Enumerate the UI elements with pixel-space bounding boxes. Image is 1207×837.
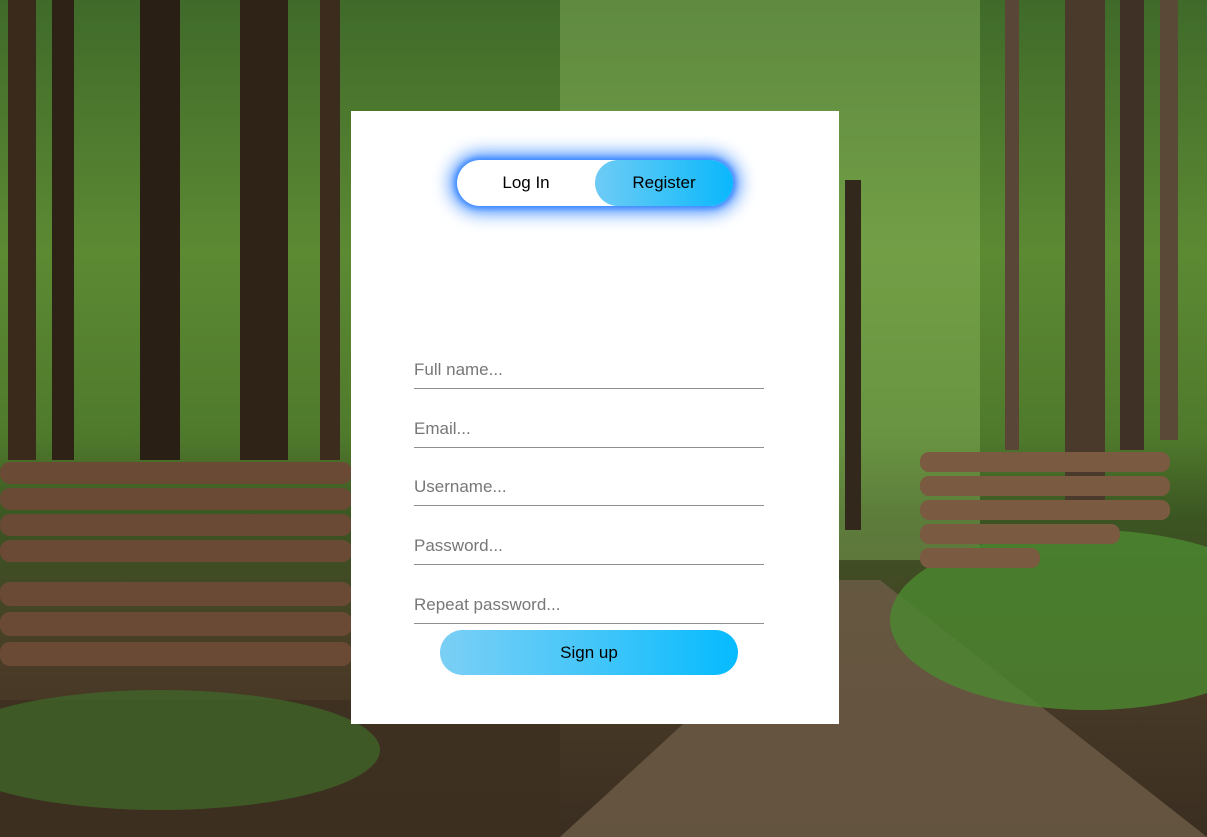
repeat-password-input[interactable]: [414, 587, 764, 624]
email-input[interactable]: [414, 411, 764, 448]
password-input[interactable]: [414, 528, 764, 565]
sign-up-button[interactable]: Sign up: [440, 630, 738, 675]
username-input[interactable]: [414, 469, 764, 506]
tab-register[interactable]: Register: [595, 160, 733, 206]
auth-toggle: Log In Register: [457, 160, 733, 206]
tab-login[interactable]: Log In: [457, 160, 595, 206]
full-name-input[interactable]: [414, 352, 764, 389]
register-card: Log In Register Sign up: [351, 111, 839, 724]
